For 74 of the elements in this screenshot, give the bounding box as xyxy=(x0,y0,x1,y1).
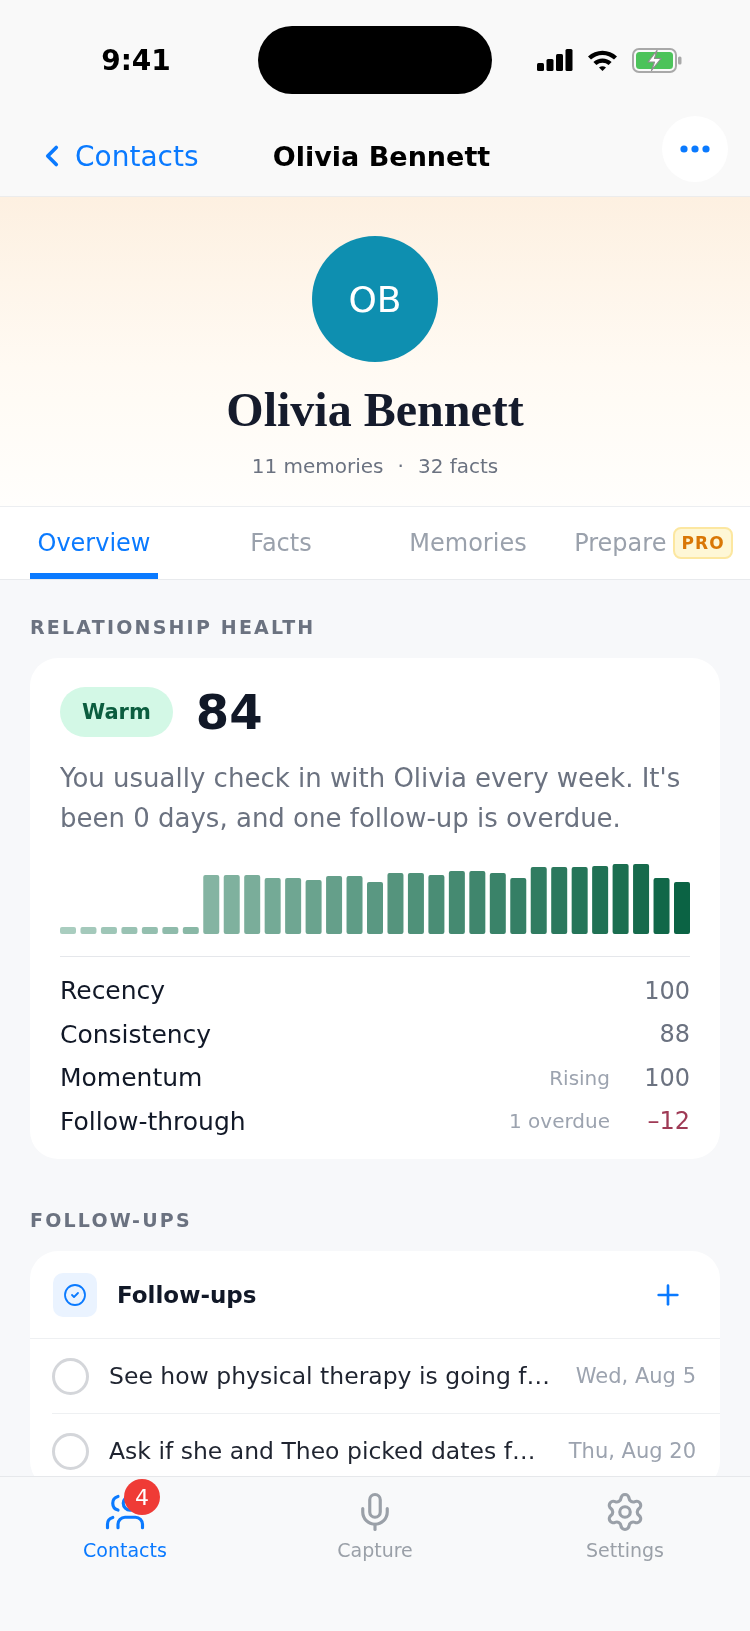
activity-bar xyxy=(407,873,424,934)
activity-bar xyxy=(367,882,383,934)
activity-bar xyxy=(530,867,547,934)
activity-bar xyxy=(387,873,404,934)
activity-bar xyxy=(592,866,609,934)
section-heading: FOLLOW-UPS xyxy=(30,1209,193,1232)
health-score: 84 xyxy=(195,686,263,738)
activity-bar xyxy=(510,878,527,934)
tab[interactable]: Facts xyxy=(243,507,319,579)
activity-bar xyxy=(223,875,240,934)
metric-note: 1 overdue xyxy=(509,1109,610,1134)
metric-label: Follow-through xyxy=(60,1106,247,1136)
activity-bar xyxy=(121,927,138,934)
health-summary: You usually check in with Olivia every week. It's been 0 days, and one follow-up is overdue. xyxy=(60,762,682,835)
activity-bar xyxy=(653,878,670,934)
follow-up-date: Wed, Aug 5 xyxy=(575,1364,696,1388)
metric-label: Consistency xyxy=(60,1019,213,1049)
activity-bar xyxy=(285,878,302,934)
follow-up-text: Ask if she and Theo picked dates f… xyxy=(109,1437,537,1465)
signal-icon xyxy=(537,49,573,71)
metric-value: –12 xyxy=(646,1107,690,1136)
activity-bar xyxy=(141,927,158,934)
checkbox[interactable] xyxy=(52,1432,89,1470)
activity-bar xyxy=(346,876,363,934)
activity-bar xyxy=(244,875,261,934)
metric-value: 88 xyxy=(658,1020,690,1049)
avatar: OB xyxy=(312,236,438,362)
status-pill: Warm xyxy=(60,687,173,737)
activity-bar xyxy=(469,871,486,934)
status-time: 9:41 xyxy=(101,43,171,77)
tab-bar-item[interactable]: 4 Contacts xyxy=(83,1477,167,1561)
activity-bar xyxy=(100,927,117,934)
checkbox[interactable] xyxy=(52,1357,89,1395)
follow-up-date: Thu, Aug 20 xyxy=(568,1439,696,1463)
activity-bar xyxy=(80,927,97,934)
activity-bar xyxy=(551,867,568,934)
activity-bar xyxy=(612,864,629,934)
activity-bar xyxy=(489,873,506,934)
activity-bar xyxy=(326,876,343,934)
metric-value: 100 xyxy=(643,1063,690,1092)
tab[interactable]: Overview xyxy=(30,507,158,579)
wifi-icon xyxy=(587,49,618,71)
activity-bar xyxy=(674,882,690,934)
stat-count: 32 facts xyxy=(417,453,499,479)
card-title: Follow-ups xyxy=(117,1281,257,1308)
activity-bar xyxy=(182,927,199,934)
activity-bar xyxy=(448,871,465,934)
pro-badge: PRO xyxy=(673,527,733,559)
contact-name: Olivia Bennett xyxy=(226,384,524,436)
battery-icon xyxy=(632,47,682,73)
activity-bar xyxy=(571,867,588,934)
activity-bar xyxy=(305,880,322,934)
activity-bar xyxy=(633,864,650,934)
tab[interactable]: Memories xyxy=(402,507,534,579)
more-icon xyxy=(680,145,710,153)
notification-badge: 4 xyxy=(124,1479,160,1515)
activity-bar xyxy=(264,878,281,934)
metric-label: Momentum xyxy=(60,1063,204,1093)
stat-count: 11 memories xyxy=(251,453,384,479)
back-button[interactable]: Contacts xyxy=(35,139,199,173)
activity-bar xyxy=(162,927,179,934)
activity-bar xyxy=(428,875,445,934)
metric-value: 100 xyxy=(643,976,690,1005)
metric-label: Recency xyxy=(60,976,167,1006)
follow-up-text: See how physical therapy is going f… xyxy=(109,1362,552,1390)
section-heading: RELATIONSHIP HEALTH xyxy=(30,616,317,639)
nav-title: Olivia Bennett xyxy=(272,140,491,172)
separator-dot: · xyxy=(397,453,404,479)
metric-note: Rising xyxy=(549,1065,610,1090)
tab-bar-item[interactable]: Settings xyxy=(586,1477,664,1561)
tab[interactable]: Prepare PRO xyxy=(567,507,740,579)
tab-bar-item[interactable]: Capture xyxy=(337,1477,413,1561)
activity-bar xyxy=(60,927,76,934)
activity-bar xyxy=(203,875,220,934)
